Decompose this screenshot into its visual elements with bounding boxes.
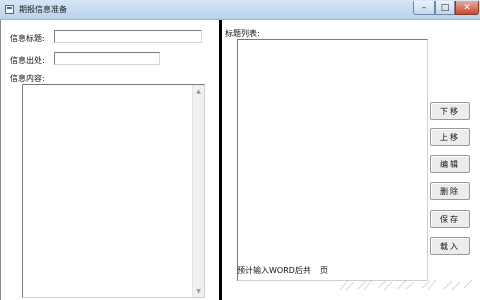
scroll-up-arrow-icon[interactable]: ▲ xyxy=(193,85,204,97)
window-title: 期报信息准备 xyxy=(19,5,67,14)
move-up-button[interactable]: 上移 xyxy=(430,128,470,146)
import-button[interactable]: 载入 xyxy=(430,237,470,255)
edit-button[interactable]: 编辑 xyxy=(430,155,470,173)
title-list-label: 标题列表: xyxy=(225,29,260,38)
delete-button[interactable]: 删除 xyxy=(430,182,470,200)
window-titlebar[interactable]: 期报信息准备 – □ ✕ xyxy=(0,0,480,20)
close-button[interactable]: ✕ xyxy=(455,1,479,15)
source-label: 信息出处: xyxy=(10,56,45,65)
content-scrollbar[interactable]: ▲ ▼ xyxy=(192,85,204,297)
move-down-button[interactable]: 下移 xyxy=(430,102,470,120)
scroll-down-arrow-icon[interactable]: ▼ xyxy=(193,285,204,297)
maximize-button[interactable]: □ xyxy=(435,1,455,15)
page-estimate-text: 预计输入WORD后共 xyxy=(237,266,311,275)
title-input[interactable] xyxy=(54,30,202,43)
page-unit-text: 页 xyxy=(320,266,328,275)
content-label: 信息内容: xyxy=(10,74,45,83)
content-textarea[interactable]: ▲ ▼ xyxy=(22,84,205,298)
source-input[interactable] xyxy=(54,52,160,65)
minimize-button[interactable]: – xyxy=(413,1,435,15)
title-list-panel: 标题列表: 下移 上移 编辑 删除 保存 载入 预计输入WORD后共 页 xyxy=(222,20,480,300)
save-button[interactable]: 保存 xyxy=(430,210,470,228)
window-icon xyxy=(5,5,14,14)
title-listbox[interactable] xyxy=(237,39,428,281)
title-label: 信息标题: xyxy=(10,34,45,43)
